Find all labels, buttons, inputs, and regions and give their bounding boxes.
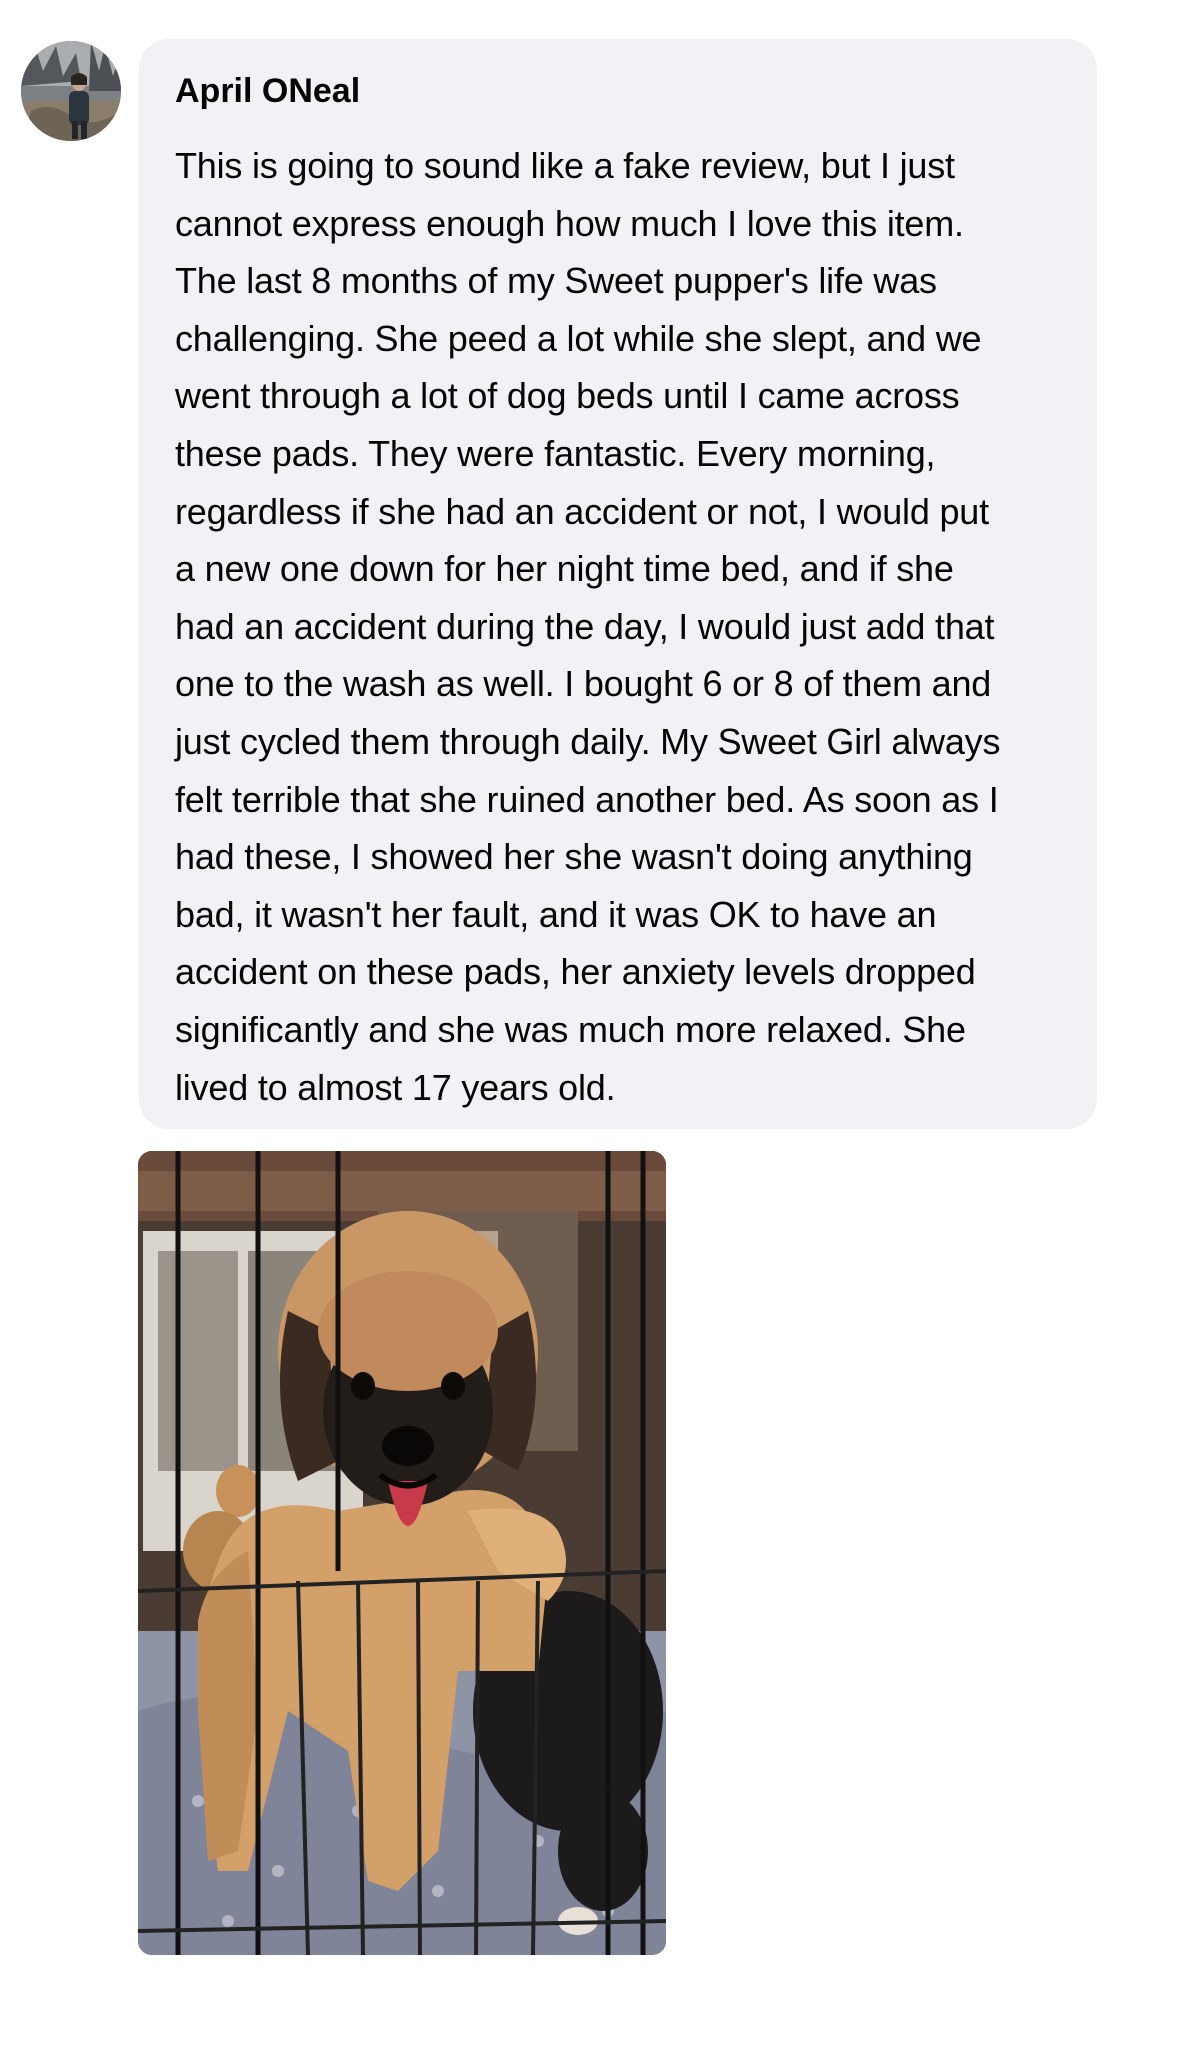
comment-text-line: cannot express enough how much I love th… — [175, 202, 964, 244]
comment-text-line: had these, I showed her she wasn't doing… — [175, 836, 973, 878]
comment-text-line: accident on these pads, her anxiety leve… — [175, 951, 976, 993]
comment-text-line: just cycled them through daily. My Sweet… — [175, 720, 1001, 762]
comment-text-line: significantly and she was much more rela… — [175, 1008, 966, 1050]
comment-text-line: challenging. She peed a lot while she sl… — [175, 317, 982, 359]
user-avatar-photo-icon — [21, 41, 121, 141]
comment-bubble: April ONeal This is going to sound like … — [139, 39, 1097, 1129]
comment-text-line: went through a lot of dog beds until I c… — [175, 375, 960, 417]
comment-text-line: felt terrible that she ruined another be… — [175, 778, 999, 820]
puppy-photo-icon — [138, 1151, 666, 1955]
comment-text-line: a new one down for her night time bed, a… — [175, 548, 954, 590]
comment-photo[interactable] — [138, 1151, 666, 1955]
comment-text-line: one to the wash as well. I bought 6 or 8… — [175, 663, 992, 705]
comment-text-line: regardless if she had an accident or not… — [175, 490, 989, 532]
comment-text-line: these pads. They were fantastic. Every m… — [175, 432, 936, 474]
comment-text-line: The last 8 months of my Sweet pupper's l… — [175, 260, 937, 302]
comment-text-line: had an accident during the day, I would … — [175, 605, 995, 647]
comment-text-line: lived to almost 17 years old. — [175, 1066, 616, 1108]
comment-text: This is going to sound like a fake revie… — [175, 137, 1065, 1116]
comment-text-line: bad, it wasn't her fault, and it was OK … — [175, 893, 937, 935]
avatar[interactable] — [21, 41, 121, 141]
comment-text-line: This is going to sound like a fake revie… — [175, 145, 955, 186]
comment-author-name[interactable]: April ONeal — [175, 69, 1061, 113]
